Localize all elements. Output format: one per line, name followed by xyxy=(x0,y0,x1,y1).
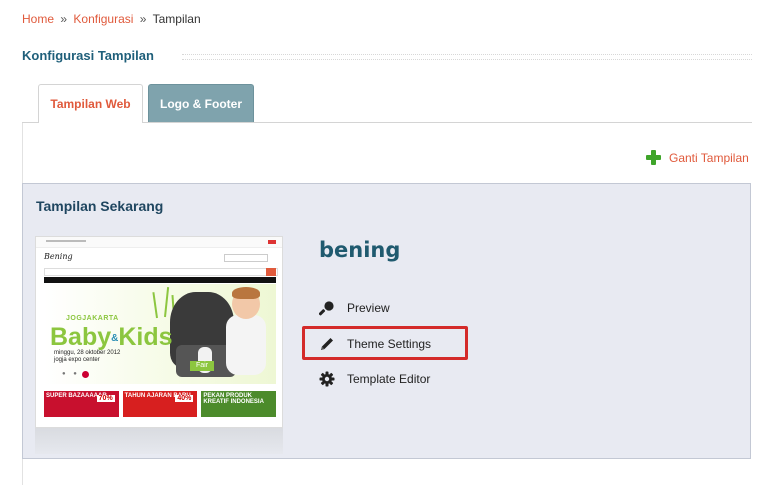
thumb-ad: TAHUN AJARAN BARU 40% xyxy=(122,391,198,417)
thumb-nav xyxy=(44,268,278,276)
thumbnail-reflection xyxy=(35,428,283,454)
thumb-search xyxy=(224,254,268,262)
thumb-venue-line: jogja expo center xyxy=(54,357,100,363)
thumb-banner-date: minggu, 28 oktober 2012 jogja expo center xyxy=(54,350,120,364)
thumb-banner-fair: Fair xyxy=(190,361,214,371)
page-title: Konfigurasi Tampilan xyxy=(22,48,154,63)
gear-icon xyxy=(319,371,335,387)
theme-name: bening xyxy=(319,238,401,262)
magnifier-icon xyxy=(319,300,335,316)
tab-tampilan-web[interactable]: Tampilan Web xyxy=(38,84,143,123)
thumb-ad: PEKAN PRODUK KREATIF INDONESIA xyxy=(201,391,277,417)
thumb-banner-kids: Kids xyxy=(118,323,173,351)
thumb-ad-label: PEKAN PRODUK KREATIF INDONESIA xyxy=(203,393,264,405)
ganti-tampilan-link[interactable]: Ganti Tampilan xyxy=(646,150,749,165)
thumb-ad-tag: 40% xyxy=(175,395,194,402)
thumb-ad-tag: 70% xyxy=(96,395,115,402)
thumb-slider-active-dot xyxy=(81,370,90,379)
breadcrumb-current: Tampilan xyxy=(152,12,201,26)
breadcrumb-konfigurasi-link[interactable]: Konfigurasi xyxy=(73,12,133,26)
thumb-logo: Bening xyxy=(44,252,73,261)
title-divider xyxy=(182,54,752,60)
thumb-black-bar xyxy=(44,277,276,283)
thumb-ad: SUPER BAZAAAAAR 70% xyxy=(44,391,119,417)
thumb-banner-baby: Baby xyxy=(50,323,112,351)
thumb-toplinks xyxy=(46,240,86,242)
thumb-flag-icon xyxy=(268,240,276,244)
thumb-banner-jogja: JOGJAKARTA xyxy=(66,315,119,322)
tab-logo-footer[interactable]: Logo & Footer xyxy=(148,84,254,122)
breadcrumb-separator: » xyxy=(60,12,68,26)
preview-link[interactable]: Preview xyxy=(319,300,390,316)
thumb-topbar xyxy=(36,237,282,248)
theme-settings-link[interactable]: Theme Settings xyxy=(319,336,431,352)
thumb-ads: SUPER BAZAAAAAR 70% TAHUN AJARAN BARU 40% … xyxy=(44,391,277,417)
ganti-tampilan-label: Ganti Tampilan xyxy=(669,150,749,165)
breadcrumb-separator: » xyxy=(139,12,147,26)
plus-icon xyxy=(646,150,661,165)
theme-settings-label: Theme Settings xyxy=(347,337,432,351)
template-editor-label: Template Editor xyxy=(347,372,431,386)
panel-title: Tampilan Sekarang xyxy=(36,198,164,214)
thumb-date-line: minggu, 28 oktober 2012 xyxy=(54,350,121,356)
pencil-icon xyxy=(319,336,335,352)
thumb-baby-hair xyxy=(232,287,260,299)
theme-thumbnail: Bening JOGJAKARTA Baby&Kids minggu, 28 o… xyxy=(35,236,283,428)
template-editor-link[interactable]: Template Editor xyxy=(319,371,430,387)
preview-label: Preview xyxy=(347,301,390,315)
breadcrumb: Home » Konfigurasi » Tampilan xyxy=(22,12,201,26)
thumb-nav-button xyxy=(266,268,276,276)
thumb-baby-body xyxy=(226,315,266,375)
thumb-banner-title: Baby&Kids xyxy=(50,323,173,352)
breadcrumb-home-link[interactable]: Home xyxy=(22,12,54,26)
